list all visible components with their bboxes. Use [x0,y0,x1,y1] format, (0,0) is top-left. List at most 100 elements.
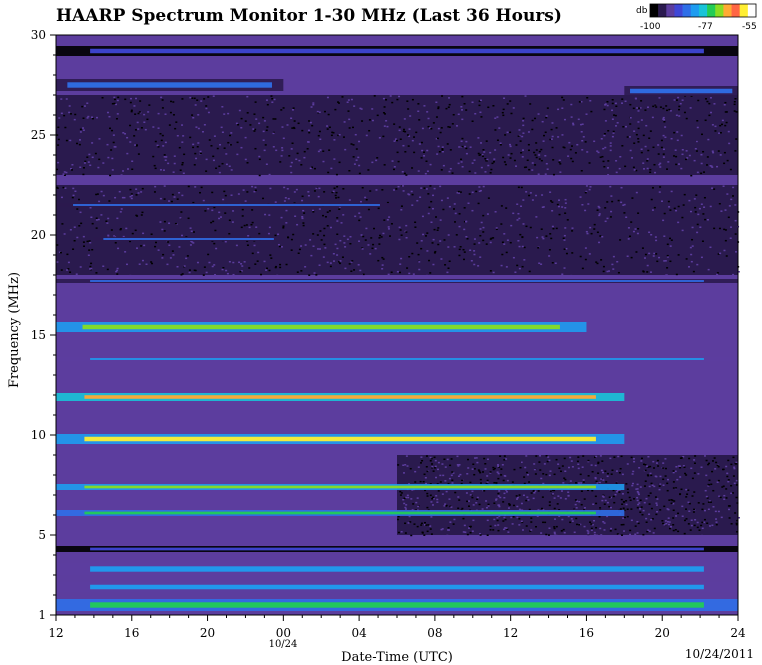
noise-speck [677,254,680,256]
noise-speck [347,110,350,112]
noise-speck [495,499,498,501]
noise-speck [537,173,540,175]
noise-speck [527,143,530,146]
noise-speck [352,156,355,158]
noise-speck [512,256,515,259]
noise-speck [700,256,703,259]
noise-speck [174,127,177,130]
noise-speck [58,117,61,119]
noise-speck [71,196,74,199]
noise-speck [553,526,556,528]
noise-speck [630,256,633,259]
noise-speck [420,524,423,526]
noise-speck [562,99,565,101]
noise-speck [67,261,70,264]
noise-speck [656,260,659,263]
noise-speck [86,240,89,243]
noise-speck [329,265,332,268]
noise-speck [335,197,338,199]
noise-speck [683,532,686,535]
noise-speck [561,134,564,136]
noise-speck [509,157,512,159]
noise-speck [700,203,703,205]
noise-speck [118,190,121,193]
noise-speck [489,471,492,473]
noise-speck [278,245,281,248]
noise-speck [632,166,635,169]
noise-speck [677,530,680,533]
noise-speck [133,105,136,107]
noise-speck [134,229,137,232]
colorbar-cells [649,3,757,18]
noise-speck [394,138,397,140]
noise-speck [557,495,560,497]
noise-speck [673,131,676,134]
noise-speck [517,240,520,242]
noise-speck [439,219,442,221]
noise-speck [691,477,694,480]
noise-speck [594,495,597,498]
noise-speck [621,102,624,104]
noise-speck [642,509,645,512]
noise-speck [620,524,623,526]
noise-speck [600,534,603,536]
noise-speck [672,529,675,532]
noise-speck [619,467,622,470]
noise-speck [448,477,451,480]
noise-speck [154,185,157,188]
noise-speck [713,188,716,190]
noise-speck [480,142,483,144]
noise-speck [295,188,298,191]
noise-speck [520,502,523,505]
noise-speck [663,120,666,123]
noise-speck [549,490,552,492]
noise-speck [684,472,687,475]
noise-speck [81,105,84,108]
noise-speck [181,163,184,166]
noise-speck [388,216,391,218]
noise-speck [442,208,445,211]
noise-speck [681,216,684,219]
noise-speck [733,466,736,468]
noise-speck [709,205,712,208]
noise-speck [725,497,728,499]
noise-speck [373,95,376,97]
noise-speck [526,474,529,476]
noise-speck [516,516,519,519]
signal-band-core [90,547,704,551]
y-tick-label: 10 [31,428,46,442]
noise-speck [391,160,394,162]
noise-speck [659,483,662,485]
noise-speck [560,530,563,532]
noise-speck [726,193,729,195]
noise-speck [607,130,610,132]
noise-speck [697,502,700,504]
noise-speck [669,209,672,211]
noise-speck [633,142,636,144]
noise-speck [538,461,541,463]
noise-speck [241,265,244,267]
noise-speck [555,227,558,230]
noise-speck [697,213,700,216]
noise-speck [509,241,512,244]
noise-speck [426,232,429,234]
noise-region [397,455,738,535]
noise-speck [593,140,596,143]
noise-speck [282,107,285,109]
noise-speck [595,526,598,529]
noise-speck [418,143,421,145]
noise-speck [708,479,711,482]
noise-speck [359,216,362,218]
noise-speck [562,237,565,240]
noise-speck [421,532,424,534]
noise-speck [69,228,72,231]
noise-speck [309,239,312,241]
colorbar-cell [739,4,749,17]
noise-speck [707,463,710,466]
noise-speck [629,235,632,238]
noise-speck [651,484,654,487]
noise-speck [713,227,716,230]
noise-speck [652,460,655,463]
noise-speck [561,273,564,275]
noise-speck [399,263,402,265]
